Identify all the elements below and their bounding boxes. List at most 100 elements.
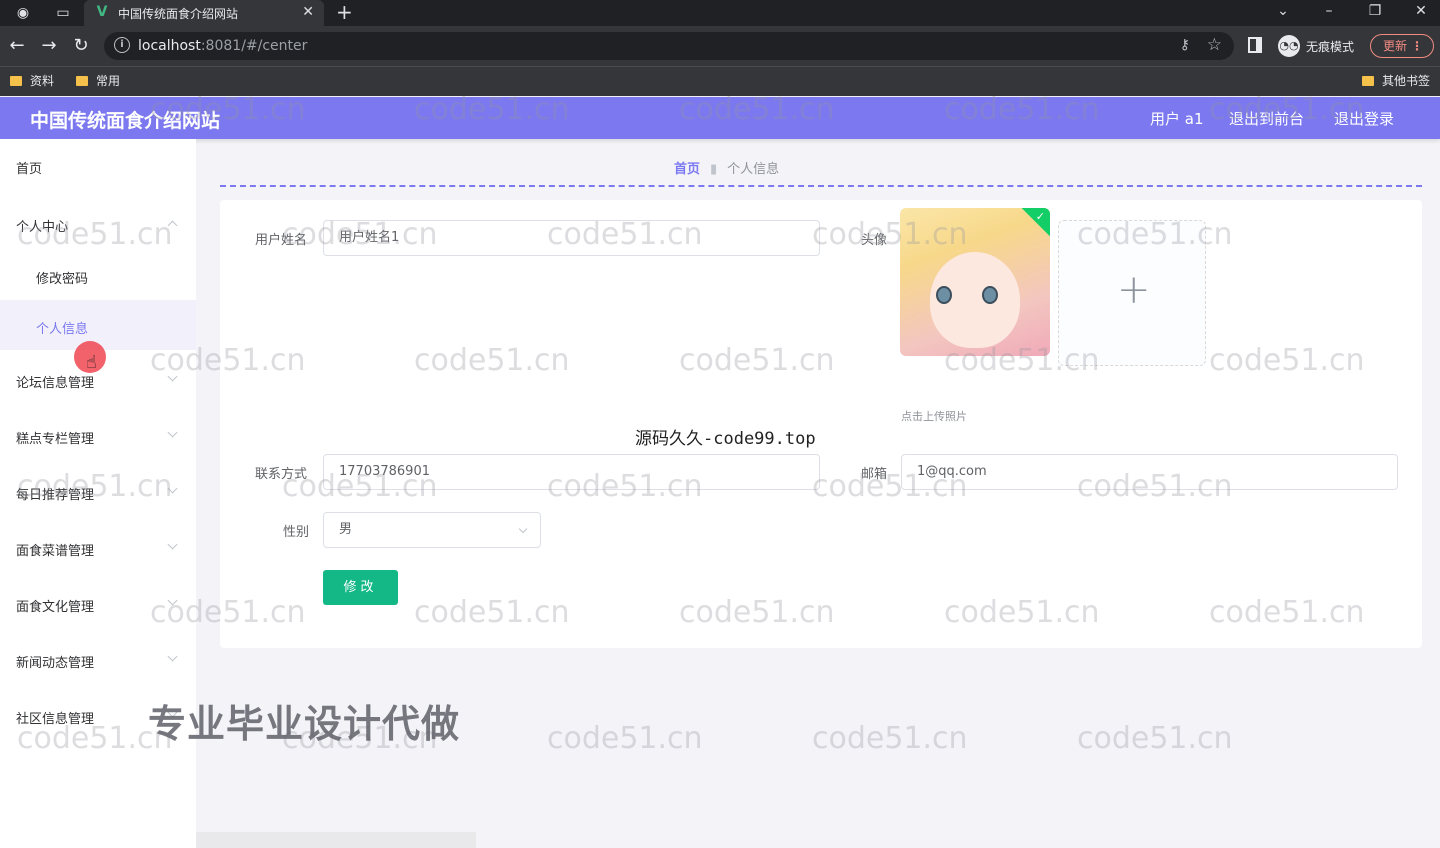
folder-icon bbox=[10, 76, 22, 86]
sidebar-item-pastry[interactable]: 糕点专栏管理 bbox=[0, 410, 196, 460]
bookmark-label: 其他书签 bbox=[1382, 74, 1431, 88]
tab-search-icon[interactable]: ▭ bbox=[54, 4, 72, 22]
chevron-down-icon bbox=[167, 595, 178, 606]
chevron-down-icon bbox=[518, 524, 528, 534]
reload-icon[interactable]: ↻ bbox=[70, 35, 92, 57]
side-panel-icon[interactable] bbox=[1248, 37, 1262, 53]
bookmark-label: 常用 bbox=[96, 74, 121, 88]
logout-link[interactable]: 退出登录 bbox=[1334, 108, 1394, 129]
chevron-down-icon bbox=[167, 427, 178, 438]
bookmark-label: 资料 bbox=[30, 74, 55, 88]
omnibox[interactable]: i localhost:8081/#/center ⚷ ☆ bbox=[104, 32, 1234, 60]
bookmark-folder-other[interactable]: 其他书签 bbox=[1362, 72, 1430, 90]
browser-menu-icon[interactable]: ◉ bbox=[14, 4, 32, 22]
tab-list-chevron-icon[interactable]: ⌄ bbox=[1268, 1, 1298, 21]
sidebar-item-change-password[interactable]: 修改密码 bbox=[0, 250, 196, 300]
tab-title: 中国传统面食介绍网站 bbox=[118, 7, 239, 21]
email-field[interactable]: 1@qq.com bbox=[901, 454, 1398, 490]
maximize-icon[interactable]: ❐ bbox=[1360, 1, 1390, 21]
sidebar-item-label: 糕点专栏管理 bbox=[16, 432, 95, 447]
chevron-down-icon bbox=[167, 483, 178, 494]
more-vert-icon: ⋮ bbox=[1411, 39, 1423, 53]
incognito-icon: ◔◔ bbox=[1278, 35, 1300, 57]
breadcrumb-divider bbox=[220, 185, 1422, 187]
bookmarks-bar: 资料 常用 其他书签 bbox=[0, 66, 1440, 96]
update-button[interactable]: 更新 ⋮ bbox=[1370, 34, 1434, 58]
email-label: 邮箱 bbox=[861, 467, 888, 482]
breadcrumb-current: 个人信息 bbox=[727, 162, 780, 177]
profile-form-card bbox=[220, 200, 1422, 648]
sidebar-item-label: 新闻动态管理 bbox=[16, 656, 95, 671]
chevron-down-icon bbox=[167, 651, 178, 662]
bookmark-folder-changyong[interactable]: 常用 bbox=[76, 72, 120, 90]
sidebar-item-recipes[interactable]: 面食菜谱管理 bbox=[0, 522, 196, 572]
avatar-image[interactable]: ✓ bbox=[900, 208, 1050, 356]
to-frontend-link[interactable]: 退出到前台 bbox=[1229, 108, 1304, 129]
forward-arrow-icon[interactable]: → bbox=[38, 35, 60, 57]
username-field[interactable]: 用户姓名1 bbox=[323, 220, 820, 256]
breadcrumb-home[interactable]: 首页 bbox=[674, 162, 700, 177]
bookmark-folder-ziliao[interactable]: 资料 bbox=[10, 72, 54, 90]
address-bar-row: ← → ↻ i localhost:8081/#/center ⚷ ☆ ◔◔ 无… bbox=[0, 26, 1440, 66]
upload-tip: 点击上传照片 bbox=[901, 410, 967, 423]
bookmark-star-icon[interactable]: ☆ bbox=[1207, 35, 1222, 55]
watermark: code51.cn bbox=[1077, 721, 1233, 756]
folder-icon bbox=[76, 76, 88, 86]
close-window-icon[interactable]: ✕ bbox=[1406, 1, 1436, 21]
chevron-down-icon bbox=[167, 539, 178, 550]
incognito-label: 无痕模式 bbox=[1306, 40, 1355, 54]
gender-selected-value: 男 bbox=[339, 522, 353, 537]
watermark: code51.cn bbox=[812, 721, 968, 756]
site-info-icon[interactable]: i bbox=[114, 37, 130, 53]
chevron-down-icon bbox=[167, 371, 178, 382]
sidebar-item-label: 社区信息管理 bbox=[16, 712, 95, 727]
key-icon[interactable]: ⚷ bbox=[1180, 37, 1190, 53]
hand-cursor-icon: ☝ bbox=[86, 352, 97, 373]
checkmark-icon: ✓ bbox=[1035, 210, 1045, 223]
chevron-up-icon bbox=[167, 220, 178, 231]
url-text[interactable]: localhost:8081/#/center bbox=[138, 38, 307, 54]
back-arrow-icon[interactable]: ← bbox=[6, 35, 28, 57]
avatar-label: 头像 bbox=[861, 233, 888, 248]
sidebar-item-label: 首页 bbox=[16, 162, 43, 177]
browser-tab-strip: ◉ ▭ V 中国传统面食介绍网站 ✕ + ⌄ – ❐ ✕ bbox=[0, 0, 1440, 26]
breadcrumb: 首页 ▮ 个人信息 bbox=[674, 158, 779, 177]
sidebar-item-daily-recommend[interactable]: 每日推荐管理 bbox=[0, 466, 196, 516]
tab-close-icon[interactable]: ✕ bbox=[302, 3, 314, 21]
upload-success-badge bbox=[1019, 208, 1050, 239]
sidebar-item-label: 论坛信息管理 bbox=[16, 376, 95, 391]
url-path: :8081/#/center bbox=[200, 38, 308, 54]
update-label: 更新 bbox=[1383, 39, 1408, 53]
avatar-eye bbox=[936, 286, 952, 304]
new-tab-icon[interactable]: + bbox=[336, 1, 353, 23]
app-header: 中国传统面食介绍网站 用户 a1 退出到前台 退出登录 bbox=[0, 97, 1440, 139]
sidebar-item-label: 个人信息 bbox=[36, 322, 89, 337]
sidebar-item-label: 修改密码 bbox=[36, 272, 89, 287]
submit-button[interactable]: 修改 bbox=[323, 570, 398, 605]
sidebar-item-personal-center[interactable]: 个人中心 bbox=[0, 198, 196, 248]
sidebar-item-culture[interactable]: 面食文化管理 bbox=[0, 578, 196, 628]
browser-tab[interactable]: V 中国传统面食介绍网站 ✕ bbox=[84, 0, 324, 26]
gender-label: 性别 bbox=[283, 525, 310, 540]
avatar-eye bbox=[982, 286, 998, 304]
source-note: 源码久久-code99.top bbox=[635, 429, 816, 449]
site-title: 中国传统面食介绍网站 bbox=[30, 110, 221, 132]
avatar-upload-button[interactable]: + bbox=[1058, 220, 1206, 366]
vue-favicon-icon: V bbox=[96, 4, 108, 20]
contact-field[interactable]: 17703786901 bbox=[323, 454, 820, 490]
horizontal-scrollbar[interactable] bbox=[196, 832, 476, 848]
plus-icon: + bbox=[1117, 267, 1151, 313]
folder-icon bbox=[1362, 76, 1374, 86]
promo-banner: 专业毕业设计代做 bbox=[148, 702, 461, 746]
sidebar-item-home[interactable]: 首页 bbox=[0, 140, 196, 190]
watermark: code51.cn bbox=[547, 721, 703, 756]
sidebar-item-label: 面食文化管理 bbox=[16, 600, 95, 615]
url-host: localhost bbox=[138, 38, 201, 54]
user-label: 用户 a1 bbox=[1150, 110, 1204, 128]
username-label: 用户姓名 bbox=[255, 233, 308, 248]
gender-select[interactable]: 男 bbox=[323, 512, 541, 548]
minimize-icon[interactable]: – bbox=[1314, 1, 1344, 21]
sidebar-item-label: 个人中心 bbox=[16, 220, 69, 235]
sidebar-item-news[interactable]: 新闻动态管理 bbox=[0, 634, 196, 684]
sidebar-item-label: 每日推荐管理 bbox=[16, 488, 95, 503]
